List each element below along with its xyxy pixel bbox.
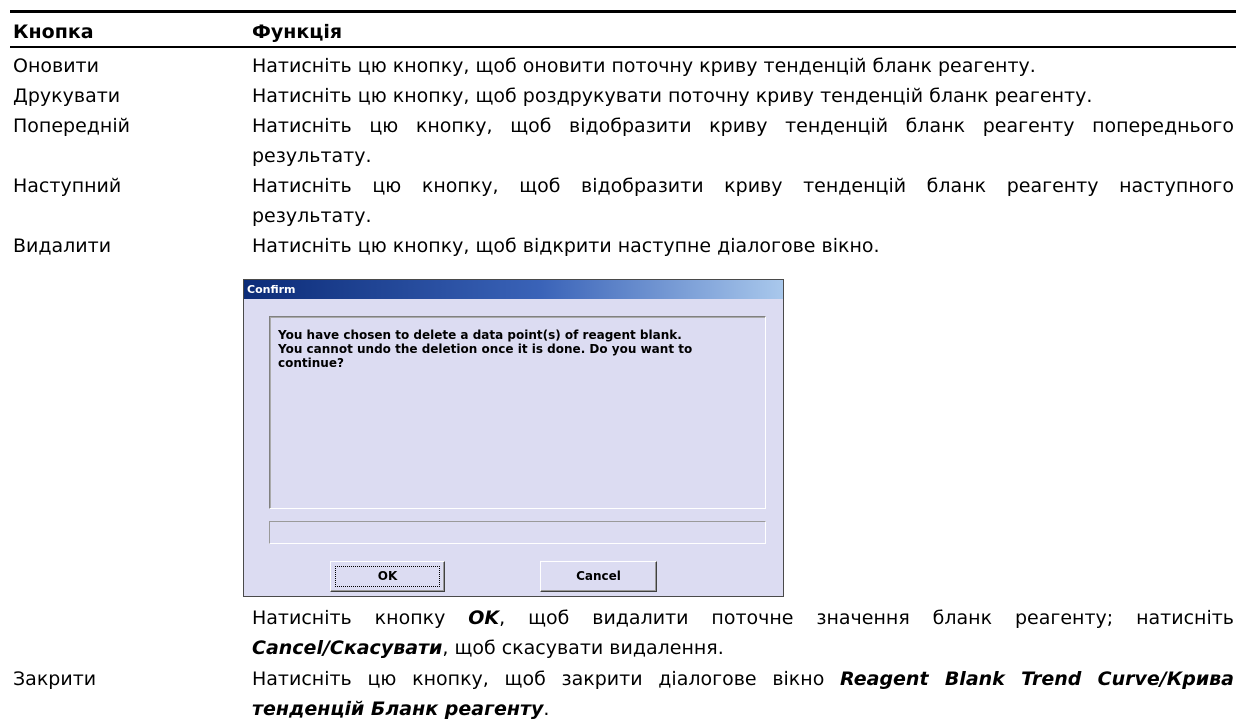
close-text: Натисніть цю кнопку, щоб закрити діалого… [252, 668, 841, 690]
row-refresh-function: Натисніть цю кнопку, щоб оновити поточну… [252, 55, 1036, 77]
dialog-message-line2: You cannot undo the deletion once it is … [278, 342, 693, 356]
row-previous-button-name: Попередній [13, 115, 130, 137]
dialog-message-line1: You have chosen to delete a data point(s… [278, 328, 682, 342]
dialog-message-line3: continue? [278, 356, 344, 370]
table-top-rule [10, 10, 1236, 13]
cancel-button[interactable]: Cancel [540, 561, 657, 592]
dialog-status-bar [269, 521, 766, 544]
dialog-title: Confirm [244, 280, 783, 299]
row-next-button-name: Наступний [13, 175, 122, 197]
header-button-column: Кнопка [13, 21, 94, 43]
delete-note-text-2: , щоб видалити поточне значення бланк ре… [499, 607, 1234, 629]
row-close-button-name: Закрити [13, 668, 97, 690]
confirm-dialog: Confirm You have chosen to delete a data… [243, 279, 784, 597]
delete-note-text: Натисніть кнопку [252, 607, 469, 629]
header-function-column: Функція [252, 21, 343, 43]
ok-button[interactable]: OK [330, 561, 445, 592]
dialog-message: You have chosen to delete a data point(s… [269, 316, 766, 509]
row-print-function: Натисніть цю кнопку, щоб роздрукувати по… [252, 85, 1093, 107]
delete-note-cancel-emphasis: Cancel/Скасувати [252, 637, 443, 659]
row-next-function-line2: результату. [252, 205, 372, 227]
delete-note-line2: Cancel/Скасувати, щоб скасувати видаленн… [252, 633, 1234, 663]
row-close-function-line2: тенденцій Бланк реагенту. [252, 694, 1234, 724]
delete-note-line1: Натисніть кнопку OK, щоб видалити поточн… [252, 603, 1234, 633]
delete-note-text-3: , щоб скасувати видалення. [442, 637, 724, 659]
row-previous-function-line2: результату. [252, 145, 372, 167]
header-rule [10, 46, 1236, 48]
delete-note-ok-emphasis: OK [468, 607, 500, 629]
row-print-button-name: Друкувати [13, 85, 121, 107]
row-delete-function: Натисніть цю кнопку, щоб відкрити наступ… [252, 235, 880, 257]
close-dialog-name-emphasis-2: тенденцій Бланк реагенту [252, 698, 544, 720]
row-previous-function-line1: Натисніть цю кнопку, щоб відобразити кри… [252, 115, 1234, 137]
cancel-button-label: Cancel [576, 569, 621, 583]
row-next-function-line1: Натисніть цю кнопку, щоб відобразити кри… [252, 175, 1234, 197]
close-dialog-name-emphasis: Reagent Blank Trend Curve/Крива [840, 668, 1234, 690]
ok-focus-rect [335, 566, 440, 587]
row-delete-button-name: Видалити [13, 235, 112, 257]
close-text-end: . [543, 698, 550, 720]
row-close-function-line1: Натисніть цю кнопку, щоб закрити діалого… [252, 664, 1234, 694]
row-refresh-button-name: Оновити [13, 55, 99, 77]
